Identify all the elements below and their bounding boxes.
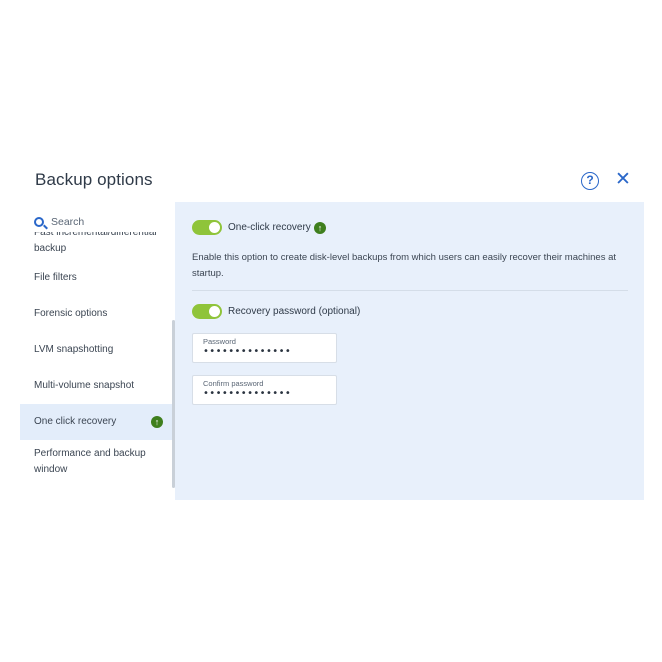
search-input[interactable]: Search	[34, 213, 84, 231]
one-click-recovery-label: One-click recovery	[228, 222, 311, 233]
recovery-password-label: Recovery password (optional)	[228, 306, 361, 317]
search-icon	[34, 217, 44, 227]
dialog-title: Backup options	[35, 170, 153, 189]
sidebar-item-file-filters[interactable]: File filters	[20, 260, 175, 296]
search-label: Search	[51, 216, 85, 228]
one-click-recovery-description: Enable this option to create disk-level …	[192, 252, 617, 279]
recovery-password-toggle[interactable]	[192, 304, 222, 319]
sidebar-item-label: LVM snapshotting	[34, 344, 114, 355]
confirm-password-field-value: ••••••••••••••	[203, 388, 292, 399]
sidebar-item-forensic-options[interactable]: Forensic options	[20, 296, 175, 332]
toggle-knob	[209, 306, 220, 317]
sidebar-item-label: One click recovery	[34, 416, 117, 427]
nav-list: Fast incremental/differential backup Fil…	[20, 232, 175, 484]
sidebar-item-performance-backup-window[interactable]: Performance and backup window	[20, 440, 175, 484]
help-icon[interactable]: ?	[581, 172, 599, 190]
backup-options-dialog: Backup options ? ✕ Search Fast increment…	[18, 160, 644, 500]
option-details-panel: One-click recovery ↑ Enable this option …	[175, 202, 644, 500]
sidebar-item-multi-volume-snapshot[interactable]: Multi-volume snapshot	[20, 368, 175, 404]
sidebar-item-label: Multi-volume snapshot	[34, 380, 135, 391]
sidebar-item-lvm-snapshotting[interactable]: LVM snapshotting	[20, 332, 175, 368]
sidebar-item-label: Fast incremental/differential backup	[34, 232, 157, 254]
sidebar-item-label: File filters	[34, 272, 77, 283]
arrow-up-circle-icon: ↑	[151, 416, 163, 428]
password-field-label: Password	[203, 337, 236, 346]
sidebar-item-label: Performance and backup window	[34, 448, 146, 475]
options-sidebar: Search Fast incremental/differential bac…	[20, 202, 175, 500]
confirm-password-field-label: Confirm password	[203, 379, 264, 388]
sidebar-item-fast-incremental[interactable]: Fast incremental/differential backup	[20, 232, 175, 260]
close-icon[interactable]: ✕	[614, 170, 632, 190]
sidebar-item-one-click-recovery[interactable]: One click recovery ↑	[20, 404, 175, 440]
password-field[interactable]: Password ••••••••••••••	[192, 333, 337, 363]
dialog-header: Backup options ? ✕	[18, 160, 644, 202]
password-field-value: ••••••••••••••	[203, 346, 292, 357]
arrow-up-circle-icon: ↑	[314, 222, 326, 234]
divider	[192, 290, 628, 291]
toggle-knob	[209, 222, 220, 233]
sidebar-item-label: Forensic options	[34, 308, 108, 319]
one-click-recovery-toggle[interactable]	[192, 220, 222, 235]
confirm-password-field[interactable]: Confirm password ••••••••••••••	[192, 375, 337, 405]
